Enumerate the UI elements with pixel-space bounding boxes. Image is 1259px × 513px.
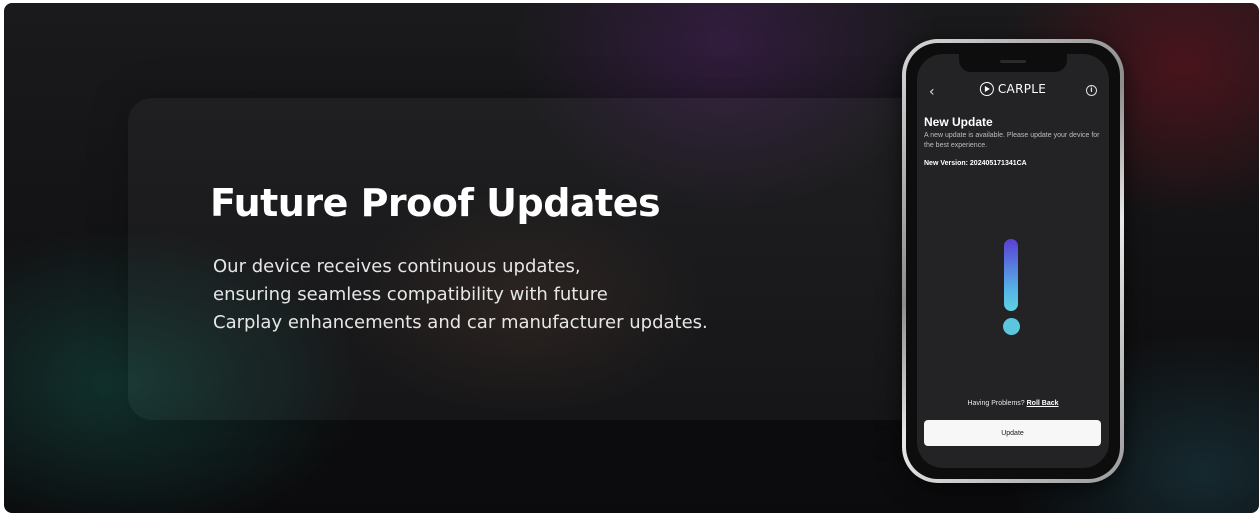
speaker-grille xyxy=(1000,60,1026,63)
hero-description-line: Carplay enhancements and car manufacture… xyxy=(213,312,708,333)
phone-screen: ‹ CARPLE i New Update A new update is av… xyxy=(917,54,1109,468)
phone-bezel: ‹ CARPLE i New Update A new update is av… xyxy=(906,43,1120,479)
hero-banner: Future Proof Updates Our device receives… xyxy=(4,3,1259,513)
scroll-indicator xyxy=(1107,450,1109,468)
update-button[interactable]: Update xyxy=(924,420,1101,446)
app-topbar: ‹ CARPLE i xyxy=(917,80,1109,106)
version-label: New Version: 202405171341CA xyxy=(924,160,1027,167)
hero-description-line: ensuring seamless compatibility with fut… xyxy=(213,284,608,305)
app-brand: CARPLE xyxy=(979,82,1047,96)
chevron-left-icon[interactable]: ‹ xyxy=(929,84,935,100)
exclamation-icon xyxy=(1004,239,1018,311)
exclamation-dot-icon xyxy=(1003,318,1020,335)
phone-notch xyxy=(959,54,1067,72)
hero-description: Our device receives continuous updates, … xyxy=(213,253,813,337)
problem-row: Having Problems? Roll Back xyxy=(917,400,1109,407)
phone-mockup: ‹ CARPLE i New Update A new update is av… xyxy=(902,39,1124,483)
update-title: New Update xyxy=(924,115,993,129)
hero-description-line: Our device receives continuous updates, xyxy=(213,256,581,277)
hero-headline: Future Proof Updates xyxy=(210,181,661,225)
rollback-link[interactable]: Roll Back xyxy=(1027,400,1059,407)
problem-text: Having Problems? xyxy=(967,400,1025,407)
update-description: A new update is available. Please update… xyxy=(924,132,1100,149)
play-circle-icon xyxy=(979,82,994,96)
brand-name: CARPLE xyxy=(997,82,1047,96)
info-icon[interactable]: i xyxy=(1086,85,1097,96)
